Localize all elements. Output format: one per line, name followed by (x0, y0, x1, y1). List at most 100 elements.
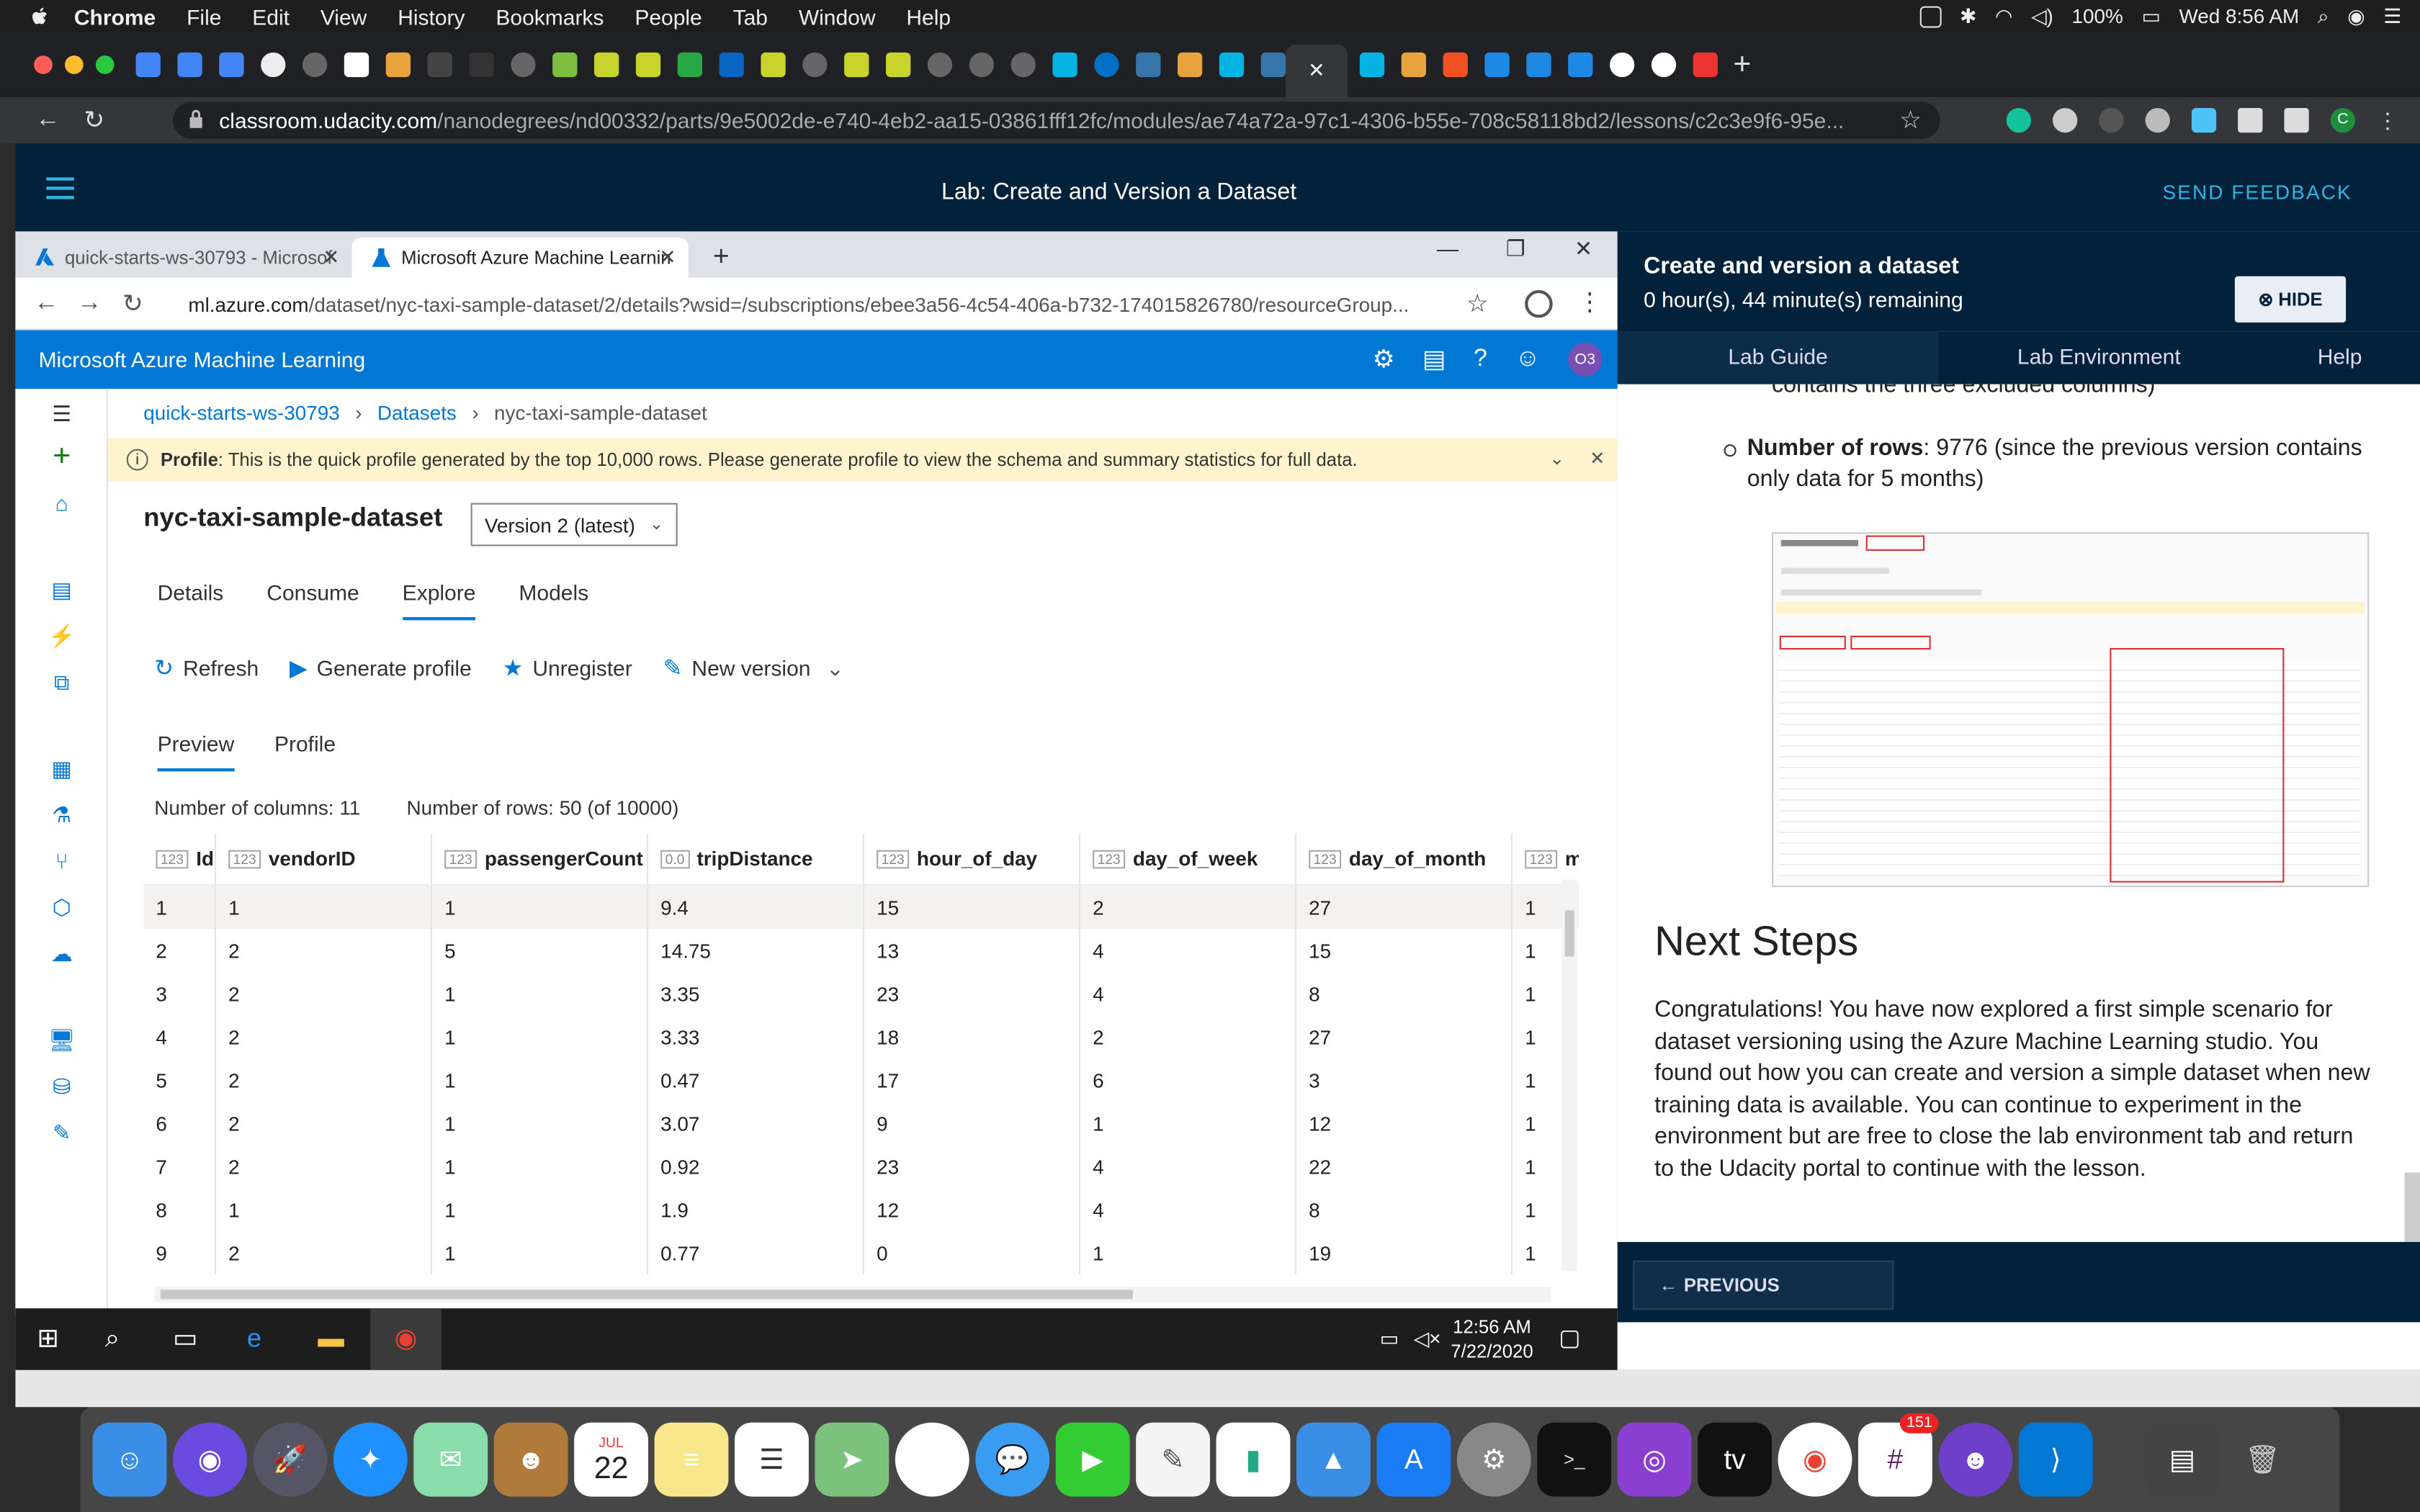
tab-favicon-emoji[interactable] (844, 52, 869, 78)
inner-tab-workspace[interactable]: quick-starts-ws-30793 - Microsof ✕ (15, 238, 351, 278)
siri-icon[interactable]: ◉ (2347, 4, 2365, 28)
app-store-icon[interactable]: A (1376, 1422, 1451, 1497)
menu-bookmarks[interactable]: Bookmarks (496, 4, 604, 28)
more-menu-icon[interactable]: ⋮ (1577, 287, 1602, 318)
feedback-smiley-icon[interactable]: ☺ (1515, 346, 1541, 374)
zoom-window-button[interactable] (95, 55, 115, 74)
tab-favicon-tds[interactable] (427, 52, 452, 78)
tab-favicon-k[interactable] (1568, 52, 1593, 78)
column-header[interactable]: 123 vendorID (214, 833, 431, 884)
tab-favicon-clock[interactable] (344, 52, 369, 78)
menu-chrome[interactable]: Chrome (74, 4, 156, 28)
address-bar[interactable]: classroom.udacity.com/nanodegrees/nd0033… (173, 102, 1940, 139)
tab-favicon-github[interactable] (969, 52, 994, 78)
send-feedback-link[interactable]: SEND FEEDBACK (2163, 181, 2352, 204)
refresh-button[interactable]: ↻ Refresh (154, 654, 259, 682)
calendar-icon[interactable]: JUL 22 (574, 1422, 648, 1497)
internet-explorer-icon[interactable]: e (247, 1324, 261, 1355)
pipelines-icon[interactable]: ⑂ (50, 849, 74, 873)
close-icon[interactable]: ✕ (1549, 231, 1617, 265)
data-labeling-icon[interactable]: ✎ (50, 1120, 74, 1145)
table-row[interactable]: 8 1 1 1.9 12 4 8 1 (143, 1188, 1579, 1231)
tab-favicon-udacity[interactable] (1219, 52, 1245, 78)
table-row[interactable]: 3 2 1 3.35 23 4 8 1 (143, 972, 1579, 1015)
column-header[interactable]: 123 hour_of_day (862, 833, 1079, 884)
chrome-taskbar-icon[interactable]: ◉ (370, 1308, 442, 1370)
messages-icon[interactable]: 💬 (975, 1422, 1050, 1497)
menu-view[interactable]: View (321, 4, 367, 28)
system-preferences-icon[interactable]: ⚙ (1456, 1422, 1531, 1497)
endpoints-icon[interactable]: ☁ (50, 940, 74, 966)
inner-address-bar[interactable]: ml.azure.com/dataset/nyc-taxi-sample-dat… (188, 293, 1469, 316)
bookmark-star-icon[interactable]: ☆ (1466, 289, 1489, 320)
terminal-icon[interactable]: >_ (1537, 1422, 1612, 1497)
menu-help[interactable]: Help (906, 4, 951, 28)
column-header[interactable]: 123 passengerCount (430, 833, 647, 884)
back-icon[interactable]: ← (24, 107, 71, 135)
apple-icon[interactable] (28, 4, 53, 28)
tab-favicon-google[interactable] (1651, 52, 1677, 78)
minimize-window-button[interactable] (65, 55, 84, 74)
scroll-thumb[interactable] (160, 1290, 1133, 1300)
tab-favicon-github[interactable] (302, 52, 328, 78)
tab-favicon-linkedin[interactable] (719, 52, 744, 78)
menu-tab[interactable]: Tab (733, 4, 768, 28)
tab-lab-guide[interactable]: Lab Guide (1617, 331, 1939, 384)
column-header[interactable]: 123 Id (143, 833, 215, 884)
tab-favicon-stackoverflow[interactable] (1178, 52, 1203, 78)
help-icon[interactable]: ? (1474, 346, 1487, 374)
safari-icon[interactable]: ✦ (333, 1422, 408, 1497)
grid-vertical-scrollbar[interactable] (1561, 879, 1577, 1272)
notebooks-icon[interactable]: ▤ (50, 576, 74, 601)
maps-icon[interactable]: ➤ (815, 1422, 889, 1497)
network-icon[interactable]: ▭ (1380, 1327, 1399, 1351)
tab-favicon-k[interactable] (1484, 52, 1510, 78)
tab-favicon-bulb[interactable] (261, 52, 286, 78)
tab-favicon-udacity[interactable] (1359, 52, 1385, 78)
table-row[interactable]: 6 2 1 3.07 9 1 12 1 (143, 1102, 1579, 1145)
tab-favicon-python[interactable] (1260, 52, 1286, 78)
menu-history[interactable]: History (398, 4, 465, 28)
create-new-icon[interactable]: + (50, 439, 74, 473)
close-tab-icon[interactable]: ✕ (659, 246, 676, 270)
tab-lab-environment[interactable]: Lab Environment (1938, 332, 2259, 384)
close-tab-icon[interactable]: ✕ (323, 246, 339, 270)
lab-panel-scrollbar[interactable] (2404, 1172, 2420, 1242)
generate-profile-button[interactable]: ▶ Generate profile (290, 654, 472, 682)
tab-favicon-docs[interactable] (177, 52, 202, 78)
inner-tab-azureml[interactable]: Microsoft Azure Machine Learnin ✕ (351, 238, 689, 278)
datastores-icon[interactable]: ⛁ (50, 1073, 74, 1098)
breadcrumb-datasets[interactable]: Datasets (377, 401, 457, 424)
numbers-icon[interactable]: ▮ (1216, 1422, 1291, 1497)
tab-favicon-emoji[interactable] (761, 52, 786, 78)
table-row[interactable]: 4 2 1 3.33 18 2 27 1 (143, 1015, 1579, 1058)
column-header[interactable]: 123 m (1510, 833, 1579, 884)
dismiss-close-icon[interactable]: ✕ (1590, 447, 1605, 469)
tab-favicon-emoji[interactable] (594, 52, 619, 78)
tab-favicon-stackoverflow[interactable] (385, 52, 411, 78)
tab-favicon-emoji[interactable] (635, 52, 661, 78)
user-avatar[interactable]: O3 (1568, 342, 1603, 377)
launchpad-icon[interactable]: 🚀 (253, 1422, 328, 1497)
volume-muted-icon[interactable]: ◁× (1414, 1327, 1441, 1351)
task-view-icon[interactable]: ▭ (173, 1324, 197, 1355)
column-header[interactable]: 123 day_of_month (1294, 833, 1511, 884)
volume-icon[interactable]: ◁) (2031, 4, 2053, 28)
tab-favicon-udacity[interactable] (1052, 52, 1077, 78)
battery-icon[interactable]: ▭ (2141, 4, 2160, 28)
clock[interactable]: Wed 8:56 AM (2179, 4, 2300, 27)
automated-ml-icon[interactable]: ⚡ (48, 623, 75, 648)
expand-chevron-icon[interactable]: ⌄ (1549, 447, 1565, 469)
nav-menu-icon[interactable]: ☰ (50, 400, 74, 426)
breadcrumb-workspace[interactable]: quick-starts-ws-30793 (143, 401, 339, 424)
menu-edit[interactable]: Edit (252, 4, 290, 28)
column-header[interactable]: 123 day_of_week (1078, 833, 1295, 884)
version-dropdown[interactable]: Version 2 (latest) ⌄ (470, 503, 678, 546)
mail-icon[interactable]: ✉ (413, 1422, 488, 1497)
tab-help[interactable]: Help (2259, 332, 2420, 384)
search-icon[interactable]: ⌕ (105, 1324, 120, 1355)
home-icon[interactable]: ⌂ (50, 490, 74, 515)
reminders-icon[interactable]: ☰ (734, 1422, 809, 1497)
azure-ml-title[interactable]: Microsoft Azure Machine Learning (39, 347, 366, 372)
tab-favicon-github[interactable] (511, 52, 536, 78)
